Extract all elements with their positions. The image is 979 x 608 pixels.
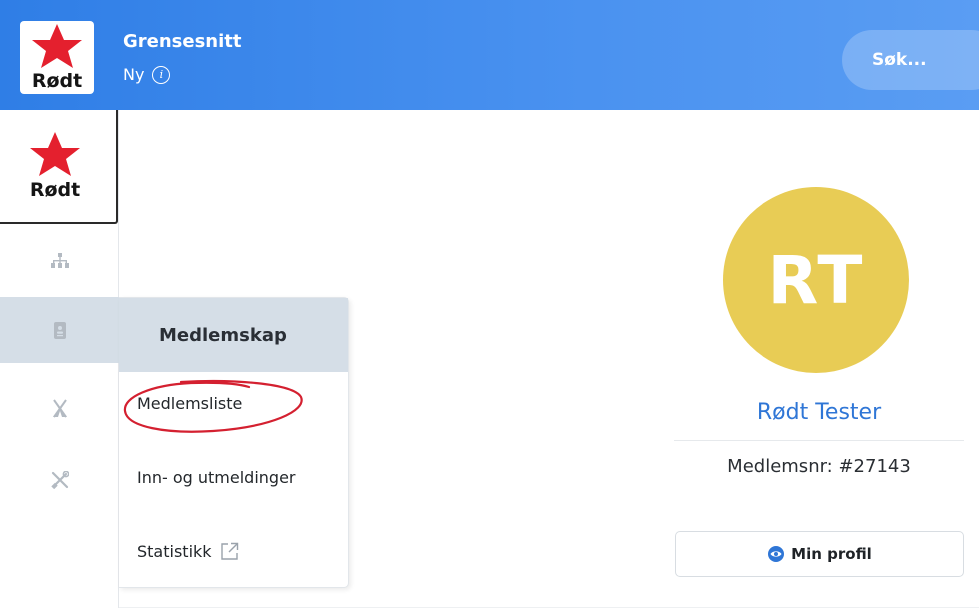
top-header: Rødt Grensesnitt Ny i Søk... <box>0 0 979 110</box>
external-link-icon <box>220 542 238 560</box>
sidebar-rodt-logo: Rødt <box>18 130 92 202</box>
my-profile-button-label: Min profil <box>791 545 872 563</box>
menu-item-label: Statistikk <box>137 542 212 561</box>
svg-text:Rødt: Rødt <box>32 70 82 92</box>
app-page: Rødt Grensesnitt Ny i Søk... Rødt Medlem… <box>0 0 979 608</box>
eye-icon <box>768 546 785 562</box>
flyout-title: Medlemskap <box>119 298 348 372</box>
nav-item-activities[interactable] <box>0 375 119 441</box>
my-profile-button[interactable]: Min profil <box>675 531 964 577</box>
nav-item-organisation[interactable] <box>0 228 119 294</box>
app-subtitle-label: Ny <box>123 65 145 84</box>
annotation-circle-mark <box>123 379 303 433</box>
rodt-logo-icon: Rødt <box>30 132 80 201</box>
app-subtitle: Ny i <box>123 65 171 84</box>
nav-item-membership[interactable] <box>0 297 119 363</box>
profile-name-link[interactable]: Rødt Tester <box>674 400 964 425</box>
menu-item-label: Inn- og utmeldinger <box>137 468 296 487</box>
org-chart-icon <box>50 253 69 268</box>
membership-flyout-menu: Medlemskap Medlemsliste Inn- og utmeldin… <box>119 297 349 588</box>
profile-divider <box>674 440 964 441</box>
menu-item-statistics[interactable]: Statistikk <box>137 542 239 561</box>
rodt-logo-icon: Rødt <box>32 24 82 92</box>
sidebar-logo-box[interactable]: Rødt <box>0 110 118 224</box>
menu-item-registrations[interactable]: Inn- og utmeldinger <box>137 468 296 487</box>
nav-item-tools[interactable] <box>0 447 119 513</box>
rodt-logo[interactable]: Rødt <box>20 21 94 94</box>
search-input[interactable]: Søk... <box>842 30 979 90</box>
tools-icon <box>50 471 69 489</box>
app-title: Grensesnitt <box>123 31 242 52</box>
info-icon[interactable]: i <box>152 65 171 84</box>
profile-avatar: RT <box>723 187 909 373</box>
member-card-icon <box>53 321 66 339</box>
tent-icon <box>52 398 67 418</box>
member-number: Medlemsnr: #27143 <box>727 456 911 477</box>
sidebar: Rødt <box>0 110 119 608</box>
svg-text:Rødt: Rødt <box>30 179 80 201</box>
